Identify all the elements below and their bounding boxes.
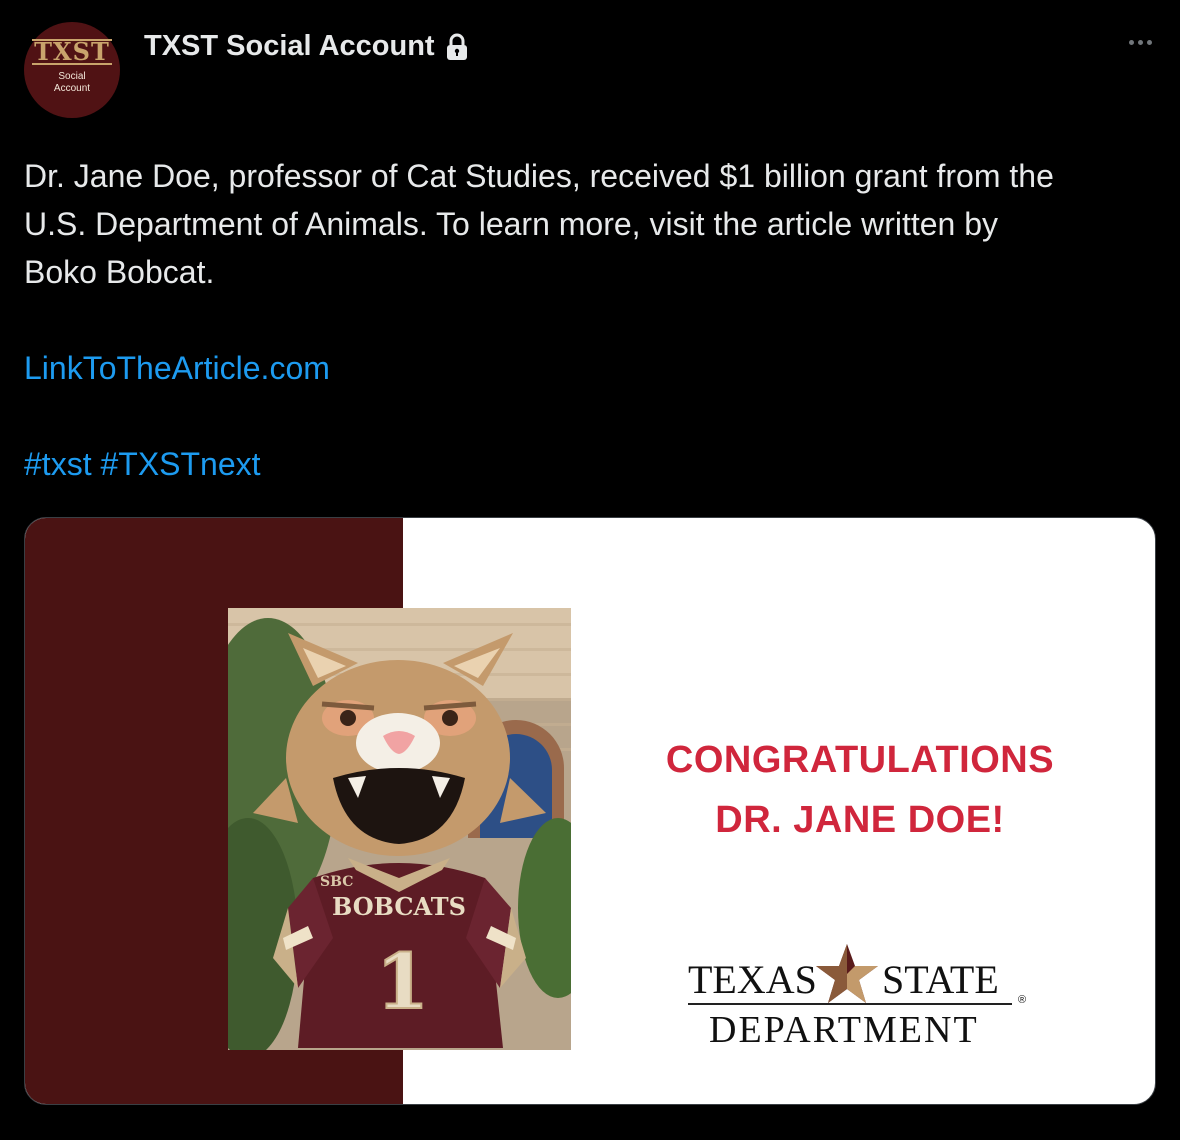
tweet-line: Dr. Jane Doe, professor of Cat Studies, … — [24, 158, 1054, 194]
avatar-caption-line2: Account — [53, 83, 91, 94]
avatar-caption: Social Account — [54, 71, 90, 95]
tweet-line: Boko Bobcat. — [24, 254, 215, 290]
logo-department: DEPARTMENT — [709, 1009, 979, 1051]
display-name[interactable]: TXST Social Account — [144, 30, 435, 63]
registered-mark: ® — [1018, 994, 1027, 1006]
lock-icon — [446, 33, 467, 60]
tweet-line: U.S. Department of Animals. To learn mor… — [24, 206, 999, 242]
congrats-line1: CONGRATULATIONS — [665, 739, 1055, 781]
more-horizontal-icon[interactable] — [1129, 40, 1152, 45]
mascot-illustration: SBC BOBCATS 1 — [228, 608, 571, 1050]
author-row: TXST Social Account — [144, 30, 469, 63]
article-link[interactable]: LinkToTheArticle.com — [24, 350, 330, 386]
texas-state-logo: TEXAS STATE ® DEPARTMENT — [685, 944, 1035, 1060]
media-image[interactable]: SBC BOBCATS 1 CONGRATULATIONS DR. JANE D… — [24, 517, 1156, 1105]
hashtag-txst[interactable]: #txst — [24, 446, 92, 482]
tweet-text: Dr. Jane Doe, professor of Cat Studies, … — [24, 152, 1154, 488]
star-icon — [816, 944, 878, 1003]
congrats-line2: DR. JANE DOE! — [715, 799, 1005, 841]
mascot-photo: SBC BOBCATS 1 — [228, 608, 571, 1050]
logo-state: STATE — [882, 957, 999, 1002]
logo-texas: TEXAS — [688, 957, 817, 1002]
hashtag-txstnext[interactable]: #TXSTnext — [100, 446, 260, 482]
congrats-headline: CONGRATULATIONS DR. JANE DOE! — [625, 730, 1095, 850]
avatar[interactable]: TXST Social Account — [24, 22, 120, 118]
avatar-monogram: TXST — [32, 37, 112, 66]
jersey-text: BOBCATS — [332, 892, 466, 921]
logo-divider — [688, 1003, 1012, 1005]
jersey-badge: SBC — [320, 874, 353, 890]
jersey-number: 1 — [376, 937, 429, 1026]
avatar-caption-line1: Social — [58, 71, 86, 82]
